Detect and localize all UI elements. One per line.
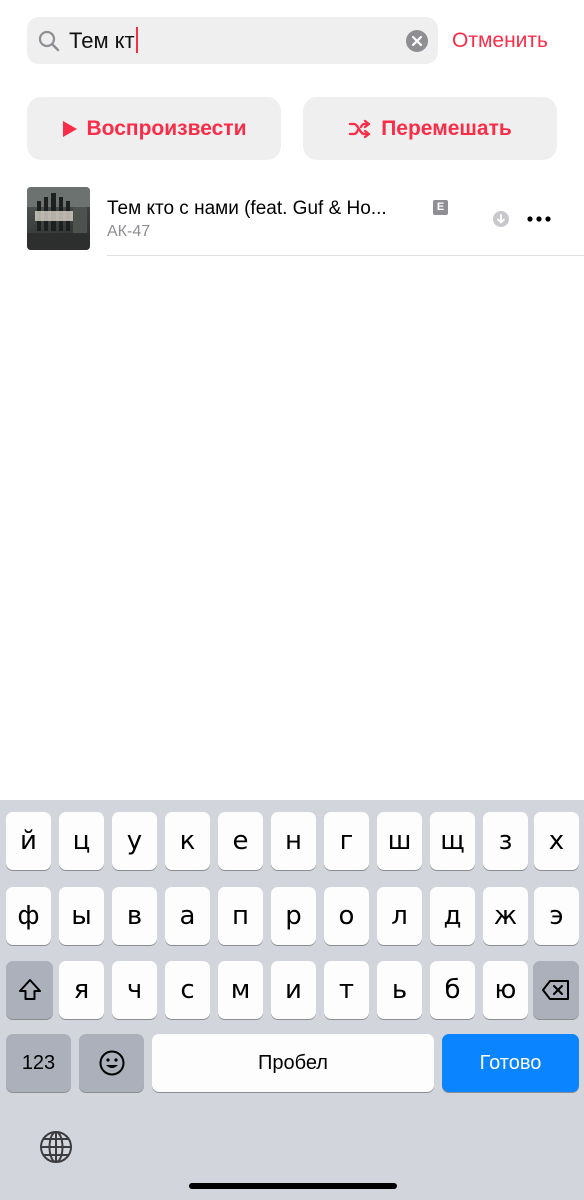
search-query: Тем кт <box>69 28 135 53</box>
key[interactable]: к <box>165 812 210 870</box>
key[interactable]: я <box>59 961 104 1019</box>
song-list-item[interactable]: Тем кто с нами (feat. Guf & Но... E АК-4… <box>0 185 584 257</box>
space-key[interactable]: Пробел <box>152 1034 434 1092</box>
download-icon[interactable] <box>493 211 509 227</box>
shuffle-icon <box>349 119 371 138</box>
done-key[interactable]: Готово <box>442 1034 579 1092</box>
key[interactable]: а <box>165 887 210 945</box>
key[interactable]: о <box>324 887 369 945</box>
shuffle-button[interactable]: Перемешать <box>303 97 557 160</box>
explicit-badge: E <box>433 200 448 215</box>
key[interactable]: н <box>271 812 316 870</box>
cancel-button[interactable]: Отменить <box>452 27 548 55</box>
key[interactable]: п <box>218 887 263 945</box>
key[interactable]: ц <box>59 812 104 870</box>
search-bar[interactable]: Тем кт <box>27 17 438 64</box>
key[interactable]: ю <box>483 961 528 1019</box>
numbers-key[interactable]: 123 <box>6 1034 71 1092</box>
key[interactable]: м <box>218 961 263 1019</box>
key[interactable]: ы <box>59 887 104 945</box>
close-icon <box>411 35 423 47</box>
globe-icon[interactable] <box>38 1129 74 1165</box>
play-icon <box>62 120 77 137</box>
key[interactable]: ч <box>112 961 157 1019</box>
song-artist: АК-47 <box>107 223 151 240</box>
key[interactable]: т <box>324 961 369 1019</box>
home-indicator[interactable] <box>189 1183 397 1189</box>
key[interactable]: х <box>534 812 579 870</box>
key[interactable]: е <box>218 812 263 870</box>
key[interactable]: в <box>112 887 157 945</box>
emoji-icon <box>99 1050 124 1076</box>
key[interactable]: с <box>165 961 210 1019</box>
key[interactable]: ж <box>483 887 528 945</box>
row-divider <box>107 255 584 256</box>
key[interactable]: й <box>6 812 51 870</box>
song-title: Тем кто с нами (feat. Guf & Но... <box>107 198 387 219</box>
backspace-icon <box>542 980 569 1000</box>
key[interactable]: ь <box>377 961 422 1019</box>
key[interactable]: б <box>430 961 475 1019</box>
key[interactable]: э <box>534 887 579 945</box>
play-button[interactable]: Воспроизвести <box>27 97 281 160</box>
key[interactable]: г <box>324 812 369 870</box>
clear-search-button[interactable] <box>406 30 428 52</box>
key[interactable]: у <box>112 812 157 870</box>
key[interactable]: з <box>483 812 528 870</box>
album-artwork <box>27 187 90 250</box>
on-screen-keyboard: й ц у к е н г ш щ з х ф ы в а п р о л д … <box>0 800 584 1200</box>
key[interactable]: р <box>271 887 316 945</box>
key[interactable]: и <box>271 961 316 1019</box>
search-input[interactable]: Тем кт <box>69 26 138 56</box>
key[interactable]: ш <box>377 812 422 870</box>
emoji-key[interactable] <box>79 1034 144 1092</box>
shuffle-label: Перемешать <box>381 116 512 140</box>
search-icon <box>38 30 60 52</box>
backspace-key[interactable] <box>533 961 579 1019</box>
key[interactable]: ф <box>6 887 51 945</box>
play-label: Воспроизвести <box>86 116 247 140</box>
key[interactable]: л <box>377 887 422 945</box>
shift-icon <box>18 979 41 1000</box>
more-options-icon[interactable] <box>525 209 553 229</box>
key[interactable]: щ <box>430 812 475 870</box>
text-caret <box>135 27 138 53</box>
shift-key[interactable] <box>6 961 53 1019</box>
key[interactable]: д <box>430 887 475 945</box>
